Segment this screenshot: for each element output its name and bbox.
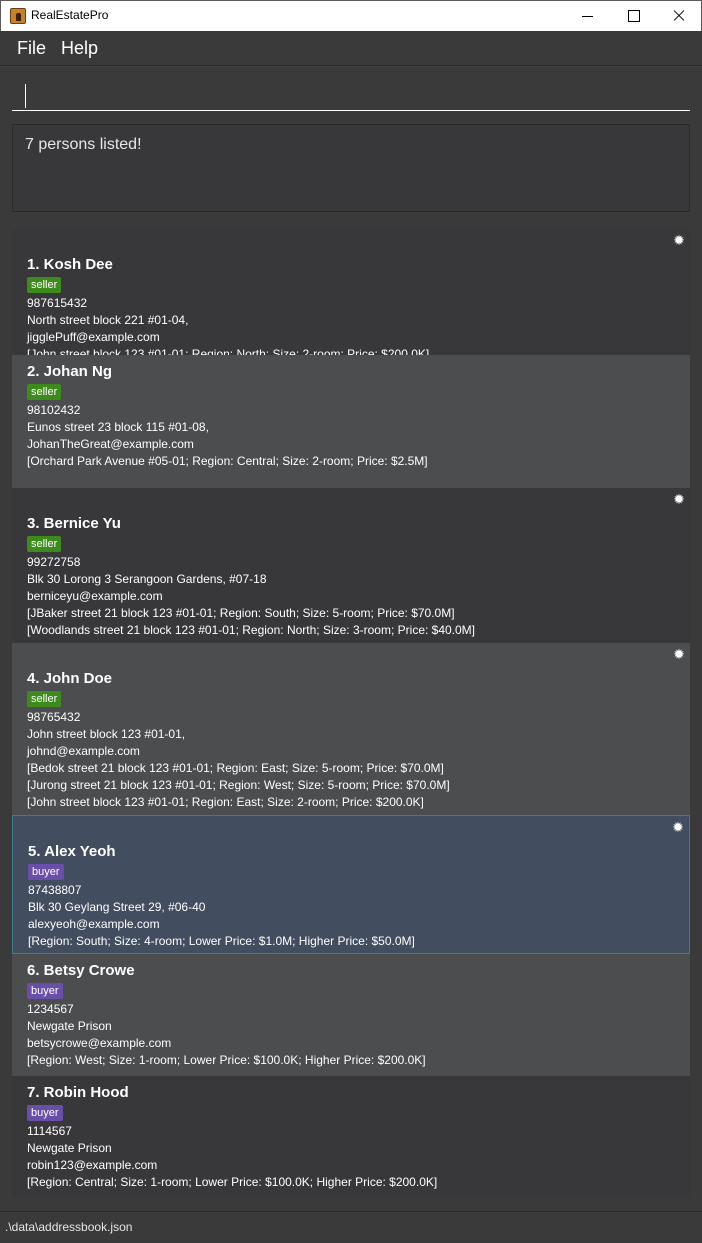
person-email: robin123@example.com <box>27 1158 158 1172</box>
property-detail: [Region: South; Size: 4-room; Lower Pric… <box>28 934 415 948</box>
person-name: 6. Betsy Crowe <box>27 962 135 979</box>
star-icon: ✹ <box>673 233 685 249</box>
person-address: John street block 123 #01-01, <box>27 727 186 741</box>
person-card[interactable]: ✹ 3. Bernice Yu seller 99272758 Blk 30 Loron… <box>12 488 690 643</box>
person-address: Blk 30 Lorong 3 Serangoon Gardens, #07-1… <box>27 572 267 586</box>
person-phone: 98102432 <box>27 403 81 417</box>
app-icon <box>10 8 26 24</box>
menu-bar: File Help <box>0 31 702 66</box>
person-name: 2. Johan Ng <box>27 363 113 380</box>
person-card[interactable]: 6. Betsy Crowe buyer 1234567 Newgate Prison… <box>12 954 690 1076</box>
text-caret <box>25 84 26 108</box>
person-address: Eunos street 23 block 115 #01-08, <box>27 420 209 434</box>
person-email: jigglePuff@example.com <box>27 330 160 344</box>
command-area <box>0 67 702 118</box>
person-phone: 1114567 <box>27 1124 72 1138</box>
property-detail: [Bedok street 21 block 123 #01-01; Regio… <box>27 761 444 775</box>
person-phone: 987615432 <box>27 296 88 310</box>
tag-badge: seller <box>27 691 62 707</box>
command-input[interactable] <box>12 73 690 111</box>
person-name: 1. Kosh Dee <box>27 256 113 273</box>
person-card[interactable]: 7. Robin Hood buyer 1114567 Newgate Prison r… <box>12 1076 690 1197</box>
minimize-button[interactable] <box>564 1 610 31</box>
property-detail: [Woodlands street 21 block 123 #01-01; R… <box>27 623 476 637</box>
title-bar: RealEstatePro <box>0 0 702 31</box>
person-name: 4. John Doe <box>27 670 113 687</box>
person-address: Newgate Prison <box>27 1141 112 1155</box>
person-name: 3. Bernice Yu <box>27 515 121 532</box>
tag-badge: buyer <box>28 864 64 880</box>
property-detail: [Region: West; Size: 1-room; Lower Price… <box>27 1053 426 1067</box>
person-phone: 87438807 <box>28 883 82 897</box>
tag-badge: seller <box>27 384 62 400</box>
person-email: berniceyu@example.com <box>27 589 163 603</box>
save-location: .\data\addressbook.json <box>5 1220 133 1234</box>
window-title: RealEstatePro <box>31 8 109 22</box>
tag-badge: seller <box>27 277 62 293</box>
person-email: JohanTheGreat@example.com <box>27 437 194 451</box>
person-address: North street block 221 #01-04, <box>27 313 189 327</box>
property-detail: [John street block 123 #01-01; Region: E… <box>27 795 424 809</box>
maximize-button[interactable] <box>610 1 656 31</box>
star-icon: ✹ <box>672 820 684 836</box>
tag-badge: buyer <box>27 983 63 999</box>
person-email: betsycrowe@example.com <box>27 1036 172 1050</box>
close-button[interactable] <box>656 1 702 31</box>
person-phone: 99272758 <box>27 555 81 569</box>
tag-badge: buyer <box>27 1105 63 1121</box>
person-card[interactable]: 2. Johan Ng seller 98102432 Eunos street 23… <box>12 355 690 488</box>
property-detail: [Region: Central; Size: 1-room; Lower Pr… <box>27 1175 438 1189</box>
person-address: Newgate Prison <box>27 1019 112 1033</box>
result-area: 7 persons listed! <box>0 118 702 218</box>
result-message: 7 persons listed! <box>25 136 142 153</box>
property-detail: [JBaker street 21 block 123 #01-01; Regi… <box>27 606 455 620</box>
property-detail: [Orchard Park Avenue #05-01; Region: Cen… <box>27 454 428 468</box>
star-icon: ✹ <box>673 647 685 663</box>
menu-file[interactable]: File <box>17 38 46 59</box>
star-icon: ✹ <box>673 492 685 508</box>
status-bar: .\data\addressbook.json <box>0 1211 702 1243</box>
person-address: Blk 30 Geylang Street 29, #06-40 <box>28 900 206 914</box>
person-email: johnd@example.com <box>27 744 140 758</box>
person-card[interactable]: ✹ 4. John Doe seller 98765432 John street bl… <box>12 643 690 815</box>
person-email: alexyeoh@example.com <box>28 917 160 931</box>
person-phone: 1234567 <box>27 1002 74 1016</box>
person-card[interactable]: ✹ 5. Alex Yeoh buyer 87438807 Blk 30 Geylang… <box>12 815 690 954</box>
menu-help[interactable]: Help <box>61 38 98 59</box>
person-name: 7. Robin Hood <box>27 1084 129 1101</box>
person-card[interactable]: ✹ 1. Kosh Dee seller 987615432 North street … <box>12 229 690 361</box>
person-name: 5. Alex Yeoh <box>28 843 116 860</box>
tag-badge: seller <box>27 536 62 552</box>
result-display[interactable]: 7 persons listed! <box>12 124 690 212</box>
property-detail: [Jurong street 21 block 123 #01-01; Regi… <box>27 778 450 792</box>
person-phone: 98765432 <box>27 710 81 724</box>
person-list-panel: ✹ 1. Kosh Dee seller 987615432 North street … <box>0 218 702 1211</box>
